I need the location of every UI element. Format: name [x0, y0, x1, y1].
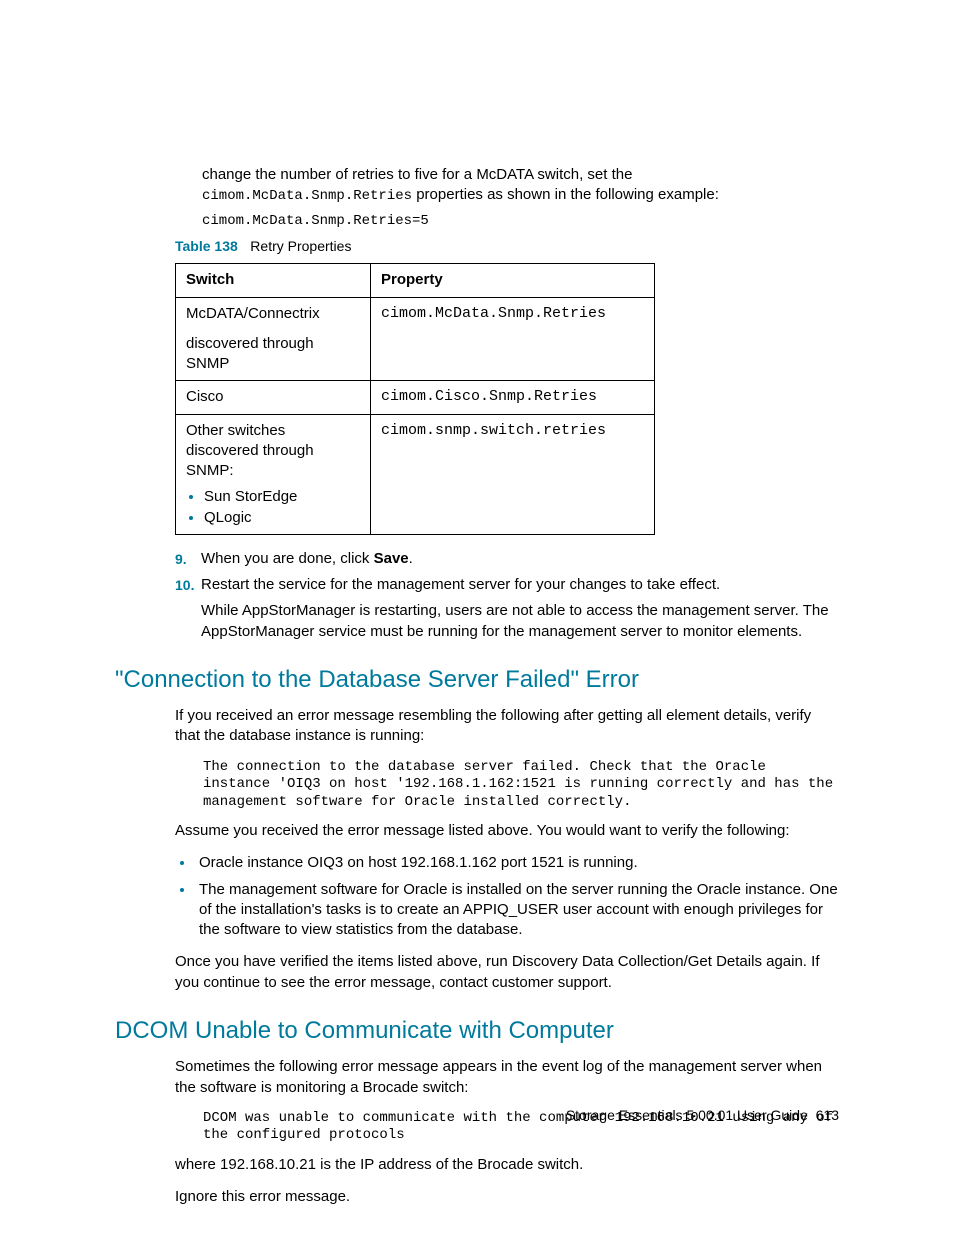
- section1-code: The connection to the database server fa…: [203, 759, 839, 812]
- list-item: Oracle instance OIQ3 on host 192.168.1.1…: [195, 853, 839, 873]
- property-value: cimom.snmp.switch.retries: [371, 414, 655, 534]
- section1-p2: Assume you received the error message li…: [175, 821, 839, 841]
- table-label: Table 138: [175, 238, 238, 254]
- table-name: Retry Properties: [250, 238, 351, 254]
- list-item: The management software for Oracle is in…: [195, 880, 839, 941]
- intro-text-1: change the number of retries to five for…: [202, 166, 632, 183]
- switch-name: McDATA/Connectrix: [186, 304, 360, 324]
- section2-p1: Sometimes the following error message ap…: [175, 1057, 839, 1098]
- table-caption: Table 138 Retry Properties: [175, 237, 839, 257]
- footer-text: Storage Essentials 5.00.01 User Guide: [566, 1107, 808, 1123]
- section2-p3: Ignore this error message.: [175, 1187, 839, 1207]
- footer-page: 613: [816, 1107, 839, 1123]
- step-number: 9.: [175, 549, 201, 569]
- step-10: 10. Restart the service for the manageme…: [175, 575, 839, 595]
- step-9: 9. When you are done, click Save.: [175, 549, 839, 569]
- table-header-property: Property: [371, 264, 655, 297]
- switch-sub: discovered through SNMP: [186, 334, 360, 375]
- step-text-post: .: [409, 550, 413, 567]
- table-header-switch: Switch: [176, 264, 371, 297]
- switch-name: Other switches discovered through SNMP:: [186, 421, 360, 482]
- section1-p3: Once you have verified the items listed …: [175, 952, 839, 993]
- intro-code-inline: cimom.McData.Snmp.Retries: [202, 188, 412, 204]
- steps-list: 9. When you are done, click Save. 10. Re…: [175, 549, 839, 596]
- table-row: McDATA/Connectrix discovered through SNM…: [176, 297, 655, 381]
- section1-p1: If you received an error message resembl…: [175, 706, 839, 747]
- step-number: 10.: [175, 575, 201, 595]
- switch-name: Cisco: [176, 381, 371, 414]
- property-value: cimom.McData.Snmp.Retries: [371, 297, 655, 381]
- page-footer: Storage Essentials 5.00.01 User Guide 61…: [566, 1106, 839, 1125]
- property-value: cimom.Cisco.Snmp.Retries: [371, 381, 655, 414]
- table-row: Other switches discovered through SNMP: …: [176, 414, 655, 534]
- step-10-note: While AppStorManager is restarting, user…: [201, 601, 839, 642]
- step-text-pre: When you are done, click: [201, 550, 374, 567]
- intro-paragraph: change the number of retries to five for…: [202, 165, 839, 206]
- step-text-bold: Save: [374, 550, 409, 567]
- list-item: QLogic: [204, 508, 360, 528]
- intro-text-2: properties as shown in the following exa…: [412, 186, 719, 203]
- step-text: Restart the service for the management s…: [201, 575, 839, 595]
- retry-properties-table: Switch Property McDATA/Connectrix discov…: [175, 263, 655, 535]
- section2-p2: where 192.168.10.21 is the IP address of…: [175, 1155, 839, 1175]
- section-heading-connection-failed: "Connection to the Database Server Faile…: [115, 664, 839, 696]
- section-heading-dcom: DCOM Unable to Communicate with Computer: [115, 1015, 839, 1047]
- table-row: Cisco cimom.Cisco.Snmp.Retries: [176, 381, 655, 414]
- intro-example-code: cimom.McData.Snmp.Retries=5: [202, 212, 839, 231]
- section1-bullets: Oracle instance OIQ3 on host 192.168.1.1…: [195, 853, 839, 940]
- list-item: Sun StorEdge: [204, 487, 360, 507]
